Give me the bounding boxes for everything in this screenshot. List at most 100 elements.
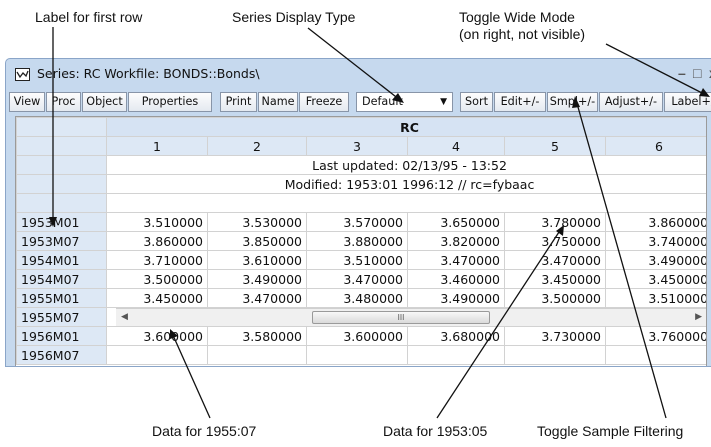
data-cell[interactable]: 3.510000 <box>106 212 208 232</box>
row-label[interactable]: 1954M01 <box>16 250 107 270</box>
data-cell[interactable] <box>106 345 208 365</box>
table-row[interactable]: 1954M07 3.500000 3.490000 3.470000 3.460000 3… <box>16 269 706 289</box>
data-cell[interactable]: 3.740000 <box>604 231 706 251</box>
row-label[interactable]: 1953M01 <box>16 212 107 232</box>
table-row[interactable]: 1956M01 3.600000 3.580000 3.600000 3.680000 3… <box>16 326 706 346</box>
data-cell[interactable]: 3.470000 <box>207 288 307 308</box>
data-cell[interactable]: 3.490000 <box>407 288 505 308</box>
data-cell[interactable]: 3.860000 <box>604 212 706 232</box>
data-cell[interactable]: 3.450000 <box>504 269 606 289</box>
column-header[interactable]: 5 <box>504 136 606 156</box>
row-label <box>16 155 107 175</box>
scroll-left-icon[interactable]: ◀ <box>121 311 128 322</box>
data-cell[interactable]: 3.490000 <box>604 250 706 270</box>
data-cell[interactable]: 3.500000 <box>504 288 606 308</box>
data-cell[interactable]: 3.530000 <box>207 212 307 232</box>
corner-cell <box>16 117 107 137</box>
adjust-toggle-button[interactable]: Adjust+/- <box>599 92 663 112</box>
data-cell[interactable] <box>504 345 606 365</box>
scroll-right-icon[interactable]: ▶ <box>695 311 702 322</box>
data-cell[interactable] <box>306 345 408 365</box>
corner-cell <box>16 136 107 156</box>
table-row[interactable]: 1953M07 3.860000 3.850000 3.880000 3.820000 3… <box>16 231 706 251</box>
column-header[interactable]: 6 <box>604 136 706 156</box>
data-cell[interactable]: 3.860000 <box>106 231 208 251</box>
data-cell[interactable]: 3.470000 <box>407 250 505 270</box>
data-cell[interactable]: 3.650000 <box>407 212 505 232</box>
label-toggle-button[interactable]: Label+/- <box>664 92 711 112</box>
data-cell[interactable]: 3.820000 <box>407 231 505 251</box>
data-rows: 1953M01 3.510000 3.530000 3.570000 3.650000 3… <box>16 212 706 365</box>
data-cell[interactable]: 3.680000 <box>407 326 505 346</box>
callout-data-1953-05: Data for 1953:05 <box>383 423 488 439</box>
object-button[interactable]: Object <box>82 92 127 112</box>
title-bar[interactable]: Series: RC Workfile: BONDS::Bonds\ – □ x <box>6 59 711 89</box>
data-cell[interactable]: 3.760000 <box>604 326 706 346</box>
horizontal-scrollbar[interactable]: ◀ III ▶ <box>116 308 706 326</box>
callout-toggle-wide-mode: Toggle Wide Mode (on right, not visible) <box>459 9 586 42</box>
data-cell[interactable] <box>207 345 307 365</box>
data-cell[interactable]: 3.490000 <box>207 269 307 289</box>
series-window-icon <box>15 68 30 81</box>
data-cell[interactable]: 3.450000 <box>604 269 706 289</box>
data-cell[interactable]: 3.510000 <box>604 288 706 308</box>
data-cell[interactable]: 3.850000 <box>207 231 307 251</box>
table-row[interactable]: 1954M01 3.710000 3.610000 3.510000 3.470000 3… <box>16 250 706 270</box>
data-cell[interactable]: 3.730000 <box>504 326 606 346</box>
data-cell[interactable]: 3.510000 <box>306 250 408 270</box>
column-header-row: 1 2 3 4 5 6 <box>16 136 706 156</box>
display-type-value: Default <box>362 95 403 108</box>
data-cell[interactable]: 3.480000 <box>306 288 408 308</box>
modified-info: Modified: 1953:01 1996:12 // rc=fybaac <box>105 174 706 194</box>
proc-button[interactable]: Proc <box>46 92 81 112</box>
row-label[interactable]: 1956M01 <box>16 326 107 346</box>
row-label <box>16 193 107 213</box>
last-updated-info: Last updated: 02/13/95 - 13:52 <box>105 155 706 175</box>
window-title: Series: RC Workfile: BONDS::Bonds\ <box>37 66 260 81</box>
data-cell[interactable]: 3.600000 <box>106 326 208 346</box>
sort-button[interactable]: Sort <box>460 92 493 112</box>
table-row[interactable]: 1956M07 <box>16 345 706 365</box>
data-cell[interactable]: 3.470000 <box>504 250 606 270</box>
data-cell[interactable] <box>604 345 706 365</box>
spreadsheet-view[interactable]: RC 1 2 3 4 5 6 Last updated: 02/13/95 - … <box>15 116 707 366</box>
column-header[interactable]: 1 <box>106 136 208 156</box>
view-button[interactable]: View <box>9 92 45 112</box>
data-cell[interactable]: 3.460000 <box>407 269 505 289</box>
maximize-button[interactable]: □ <box>693 65 701 81</box>
data-cell[interactable]: 3.570000 <box>306 212 408 232</box>
data-cell[interactable]: 3.600000 <box>306 326 408 346</box>
properties-button[interactable]: Properties <box>128 92 212 112</box>
data-cell[interactable]: 3.500000 <box>106 269 208 289</box>
data-cell[interactable]: 3.580000 <box>207 326 307 346</box>
print-button[interactable]: Print <box>220 92 257 112</box>
data-cell[interactable]: 3.470000 <box>306 269 408 289</box>
name-button[interactable]: Name <box>258 92 298 112</box>
horizontal-scroll-thumb[interactable]: III <box>312 311 490 324</box>
callout-series-display-type: Series Display Type <box>232 9 356 25</box>
data-cell[interactable]: 3.450000 <box>106 288 208 308</box>
minimize-button[interactable]: – <box>678 65 686 81</box>
table-row[interactable]: 1953M01 3.510000 3.530000 3.570000 3.650000 3… <box>16 212 706 232</box>
series-toolbar: View Proc Object Properties Print Name F… <box>9 90 711 116</box>
data-cell[interactable]: 3.880000 <box>306 231 408 251</box>
sample-filter-toggle-button[interactable]: Smpl+/- <box>547 92 598 112</box>
column-header[interactable]: 2 <box>207 136 307 156</box>
series-grid: RC 1 2 3 4 5 6 Last updated: 02/13/95 - … <box>16 117 706 365</box>
row-label[interactable]: 1953M07 <box>16 231 107 251</box>
freeze-button[interactable]: Freeze <box>299 92 349 112</box>
table-row[interactable]: 1955M01 3.450000 3.470000 3.480000 3.490000 3… <box>16 288 706 308</box>
row-label[interactable]: 1956M07 <box>16 345 107 365</box>
edit-toggle-button[interactable]: Edit+/- <box>494 92 546 112</box>
row-label[interactable]: 1955M07 <box>16 307 107 327</box>
data-cell[interactable]: 3.780000 <box>504 212 606 232</box>
data-cell[interactable]: 3.750000 <box>504 231 606 251</box>
data-cell[interactable]: 3.610000 <box>207 250 307 270</box>
row-label[interactable]: 1955M01 <box>16 288 107 308</box>
data-cell[interactable]: 3.710000 <box>106 250 208 270</box>
series-display-type-select[interactable]: Default ▼ <box>356 92 453 112</box>
column-header[interactable]: 4 <box>407 136 505 156</box>
data-cell[interactable] <box>407 345 505 365</box>
column-header[interactable]: 3 <box>306 136 408 156</box>
row-label[interactable]: 1954M07 <box>16 269 107 289</box>
